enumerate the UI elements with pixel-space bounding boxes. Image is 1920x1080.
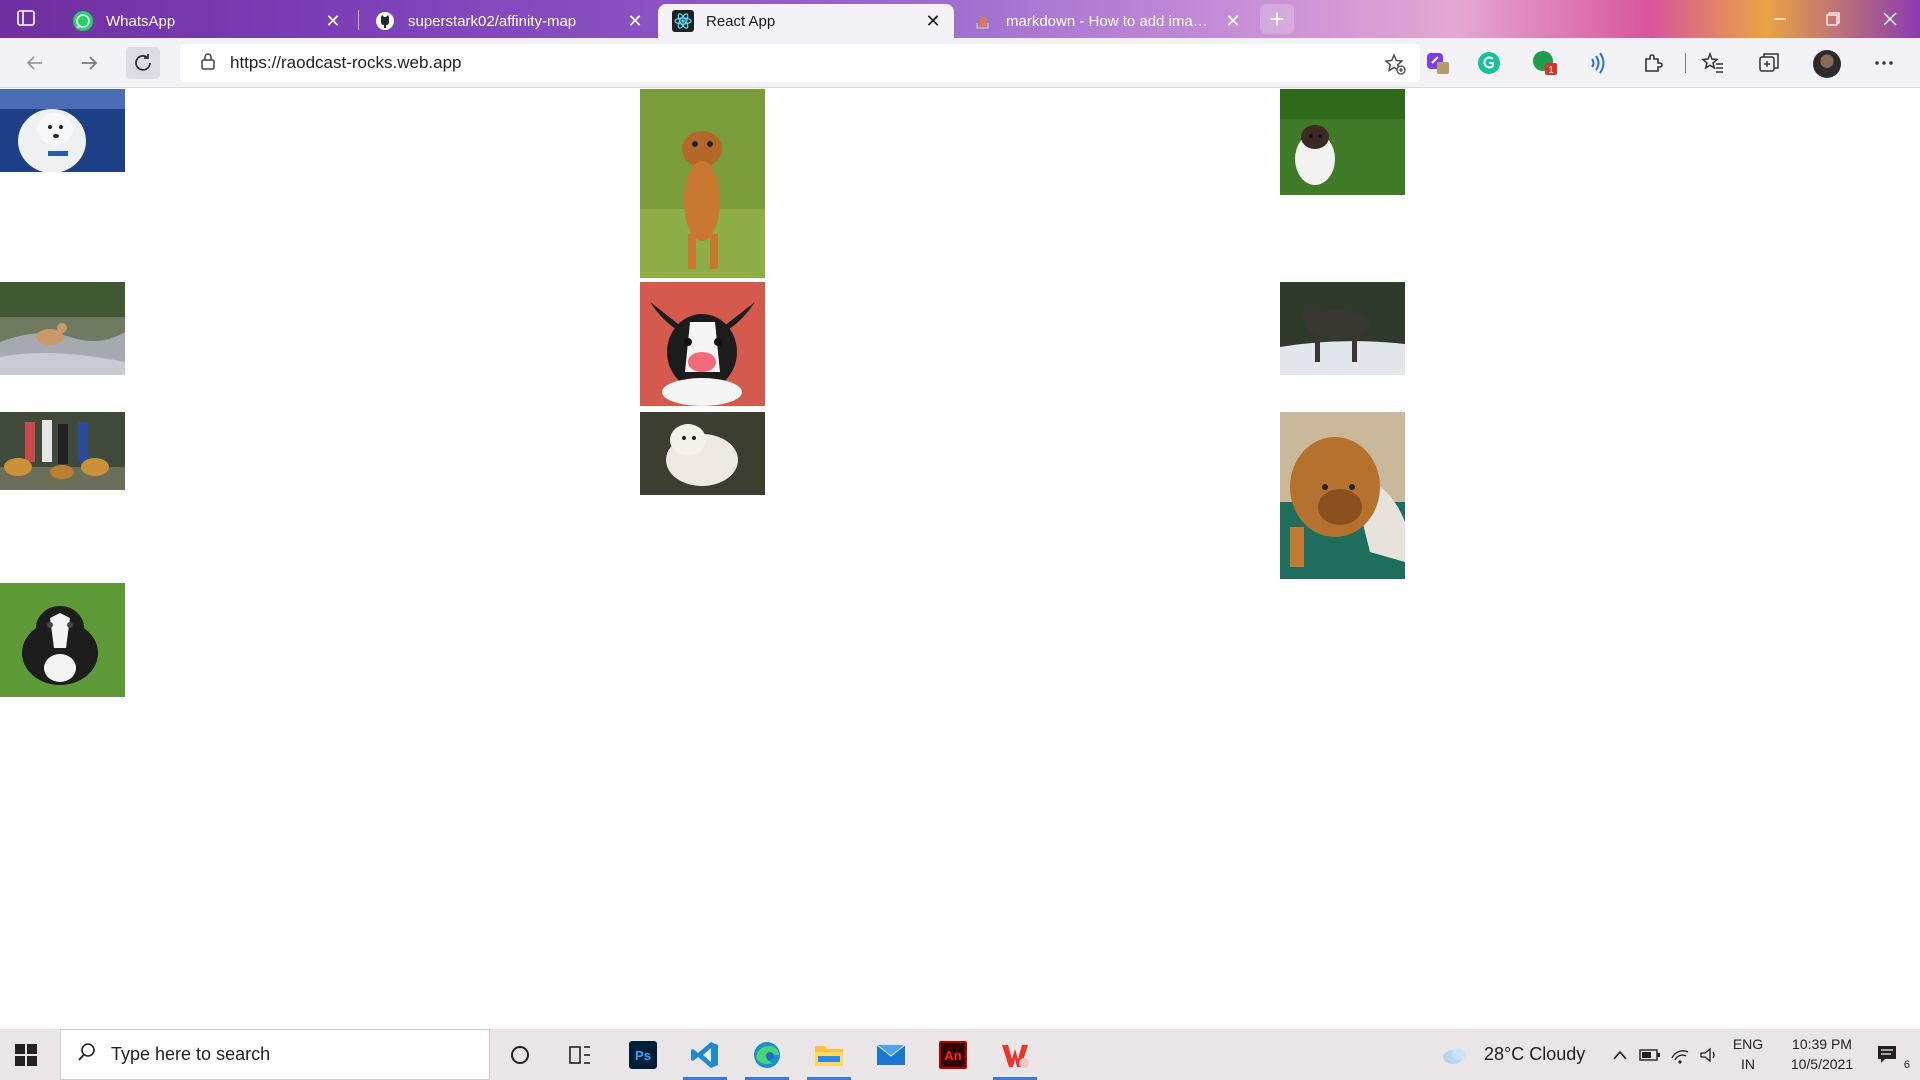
windows-start-icon[interactable]	[14, 1043, 38, 1067]
favorites-icon[interactable]	[1700, 50, 1726, 76]
show-hidden-icons-icon[interactable]	[1605, 1035, 1635, 1075]
weather-cloud-icon[interactable]	[1440, 1035, 1470, 1075]
wifi-icon[interactable]	[1665, 1035, 1695, 1075]
battery-icon[interactable]	[1635, 1035, 1665, 1075]
photoshop-icon[interactable]: Ps	[617, 1035, 669, 1075]
dog-image-group	[0, 412, 125, 490]
taskbar-search-box[interactable]: Type here to search	[60, 1029, 490, 1080]
close-window-button[interactable]	[1870, 6, 1910, 32]
tab-title: superstark02/affinity-map	[408, 12, 577, 30]
svg-text:An: An	[944, 1048, 961, 1063]
extension-badge-icon[interactable]: 1	[1532, 50, 1558, 76]
close-tab-icon[interactable]: ✕	[324, 11, 342, 31]
read-aloud-icon[interactable]	[1585, 50, 1611, 76]
dog-image-white-fluffy	[640, 412, 765, 495]
tab-title: markdown - How to add images	[1006, 12, 1212, 30]
forward-button[interactable]	[72, 47, 106, 79]
search-icon	[77, 1042, 97, 1067]
dog-image-brown-standing	[640, 89, 765, 278]
clock-date: 10/5/2021	[1790, 1056, 1854, 1072]
language-region: IN	[1741, 1056, 1755, 1072]
file-explorer-icon[interactable]	[803, 1035, 855, 1080]
adobe-animate-icon[interactable]: An	[927, 1035, 979, 1075]
notifications-icon[interactable]: 6	[1870, 1035, 1910, 1075]
address-bar[interactable]: https://raodcast-rocks.web.app	[180, 44, 1420, 82]
toolbar-divider	[1685, 53, 1686, 73]
browser-toolbar: https://raodcast-rocks.web.app 1	[0, 38, 1920, 88]
stackoverflow-icon	[972, 10, 994, 32]
edge-browser-icon[interactable]	[741, 1035, 793, 1080]
dog-image-papillon	[640, 282, 765, 406]
language-indicator[interactable]: ENG IN	[1730, 1034, 1766, 1074]
dog-image-boston-terrier	[0, 583, 125, 697]
mail-icon[interactable]	[865, 1035, 917, 1075]
extension-purple-icon[interactable]	[1425, 50, 1451, 76]
grammarly-icon[interactable]	[1476, 50, 1502, 76]
whatsapp-icon	[72, 10, 94, 32]
more-options-icon[interactable]	[1871, 50, 1897, 76]
profile-avatar[interactable]	[1813, 50, 1841, 78]
language-code: ENG	[1732, 1036, 1764, 1052]
tab-divider	[358, 10, 359, 30]
search-placeholder: Type here to search	[111, 1044, 271, 1064]
windows-taskbar: Type here to search Ps An 28°C Cloudy EN…	[0, 1029, 1920, 1080]
dog-image-grass-dog	[1280, 89, 1405, 195]
minimize-button[interactable]	[1760, 6, 1800, 32]
collections-icon[interactable]	[1756, 50, 1782, 76]
tab-actions-icon[interactable]	[16, 8, 38, 30]
dog-image-boxer	[1280, 412, 1405, 579]
volume-icon[interactable]	[1694, 1035, 1724, 1075]
restore-button[interactable]	[1813, 6, 1853, 32]
add-favorite-icon[interactable]	[1384, 53, 1406, 80]
weather-text[interactable]: 28°C Cloudy	[1484, 1044, 1585, 1064]
dog-image-samoyed	[0, 89, 125, 172]
url-text[interactable]: https://raodcast-rocks.web.app	[230, 53, 462, 73]
tab-title: React App	[706, 12, 776, 30]
github-icon	[374, 10, 396, 32]
tab-title: WhatsApp	[106, 12, 176, 30]
tab-strip: WhatsApp ✕ superstark02/affinity-map ✕ R…	[0, 0, 1920, 38]
close-tab-icon[interactable]: ✕	[1224, 11, 1242, 31]
cortana-icon[interactable]	[494, 1035, 546, 1075]
new-tab-button[interactable]: +	[1260, 4, 1294, 34]
page-content	[0, 89, 1920, 1029]
tab-stackoverflow[interactable]: markdown - How to add images ✕	[958, 4, 1254, 38]
back-button[interactable]	[18, 47, 52, 79]
clock-time: 10:39 PM	[1792, 1036, 1852, 1052]
tab-react-app[interactable]: React App ✕	[658, 4, 954, 38]
svg-text:Ps: Ps	[635, 1048, 651, 1063]
refresh-button[interactable]	[126, 47, 160, 79]
dog-image-mountain	[0, 282, 125, 375]
vscode-icon[interactable]	[679, 1035, 731, 1080]
react-icon	[672, 10, 694, 32]
wps-office-icon[interactable]	[989, 1035, 1041, 1080]
tab-github[interactable]: superstark02/affinity-map ✕	[360, 4, 656, 38]
notification-count: 6	[1903, 1059, 1910, 1071]
task-view-icon[interactable]	[554, 1035, 606, 1075]
extensions-puzzle-icon[interactable]	[1640, 50, 1666, 76]
tab-whatsapp[interactable]: WhatsApp ✕	[58, 4, 354, 38]
clock[interactable]: 10:39 PM 10/5/2021	[1772, 1034, 1872, 1074]
close-tab-icon[interactable]: ✕	[924, 11, 942, 31]
close-tab-icon[interactable]: ✕	[626, 11, 644, 31]
lock-icon[interactable]	[200, 52, 216, 75]
svg-text:1: 1	[1548, 65, 1554, 76]
dog-image-wolfhound	[1280, 282, 1405, 375]
